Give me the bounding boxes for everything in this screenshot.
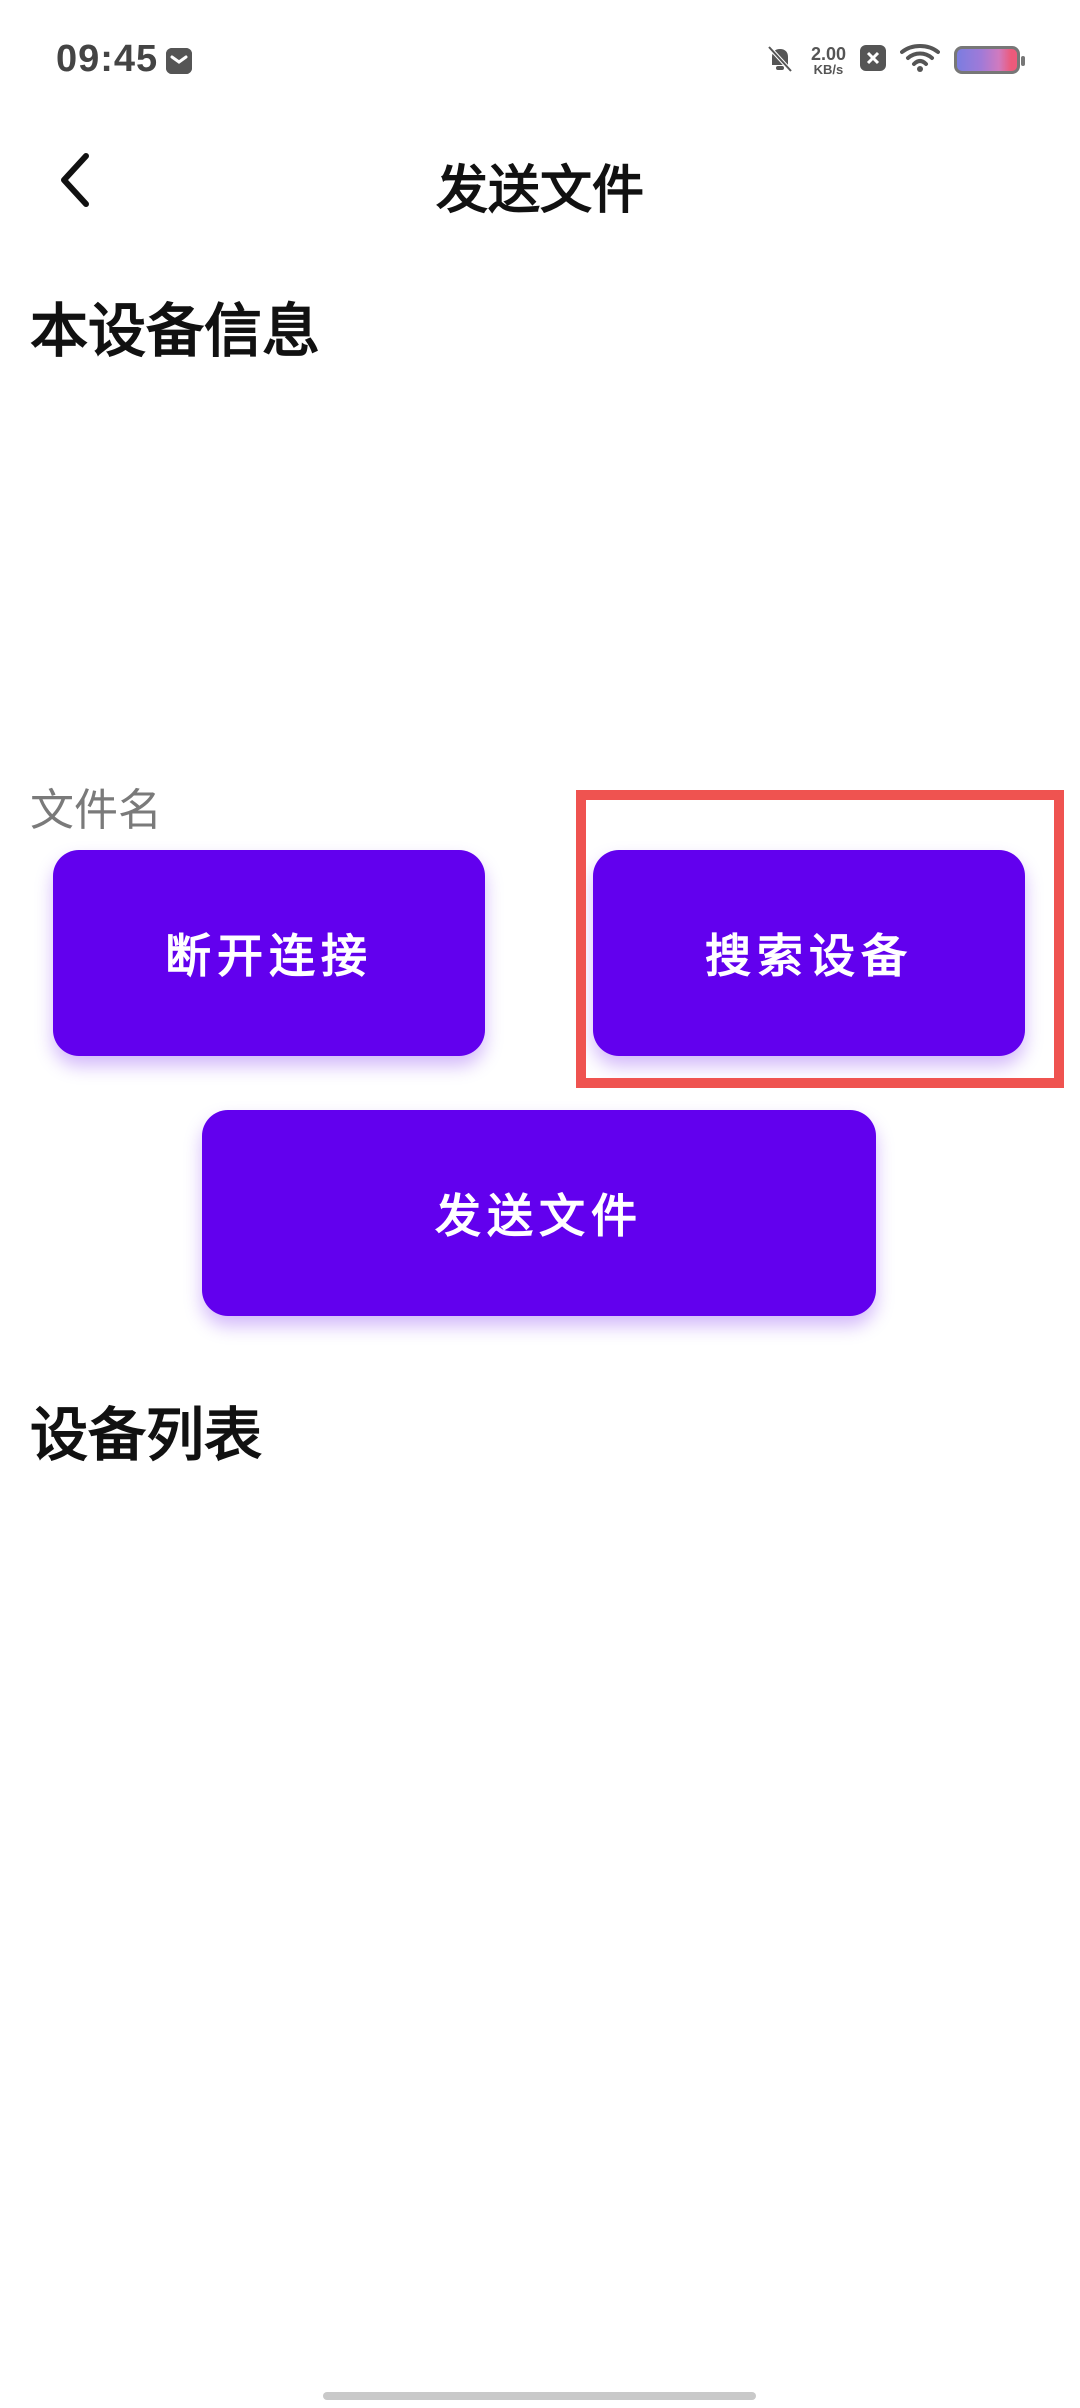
disconnect-button-label: 断开连接 bbox=[165, 929, 373, 983]
device-info-title: 本设备信息 bbox=[30, 297, 321, 365]
network-speed: 2.00 KB/s bbox=[811, 45, 846, 76]
page-title: 发送文件 bbox=[435, 161, 644, 221]
network-speed-unit: KB/s bbox=[813, 61, 844, 77]
mute-icon bbox=[763, 41, 797, 79]
file-name-label: 文件名 bbox=[30, 785, 162, 836]
status-time: 09:45 bbox=[56, 38, 159, 80]
network-speed-value: 2.00 bbox=[810, 43, 846, 64]
wifi-icon bbox=[900, 42, 940, 78]
app-header: 发送文件 bbox=[0, 130, 1080, 230]
device-list-title: 设备列表 bbox=[30, 1401, 263, 1469]
disconnect-button[interactable]: 断开连接 bbox=[53, 850, 485, 1056]
highlight-box bbox=[576, 790, 1064, 1088]
battery-icon bbox=[954, 46, 1025, 74]
status-bar: 09:45 2.00 KB/s bbox=[0, 0, 1080, 120]
notification-icon bbox=[166, 48, 192, 74]
send-file-button[interactable]: 发送文件 bbox=[202, 1110, 876, 1316]
send-file-button-label: 发送文件 bbox=[435, 1189, 643, 1243]
close-square-icon bbox=[860, 45, 886, 75]
status-right: 2.00 KB/s bbox=[763, 40, 1025, 80]
screen: 09:45 2.00 KB/s 发送文件 本设备信息 文件名 断开连接 搜索设备… bbox=[0, 0, 1080, 2408]
home-indicator[interactable] bbox=[323, 2392, 756, 2400]
